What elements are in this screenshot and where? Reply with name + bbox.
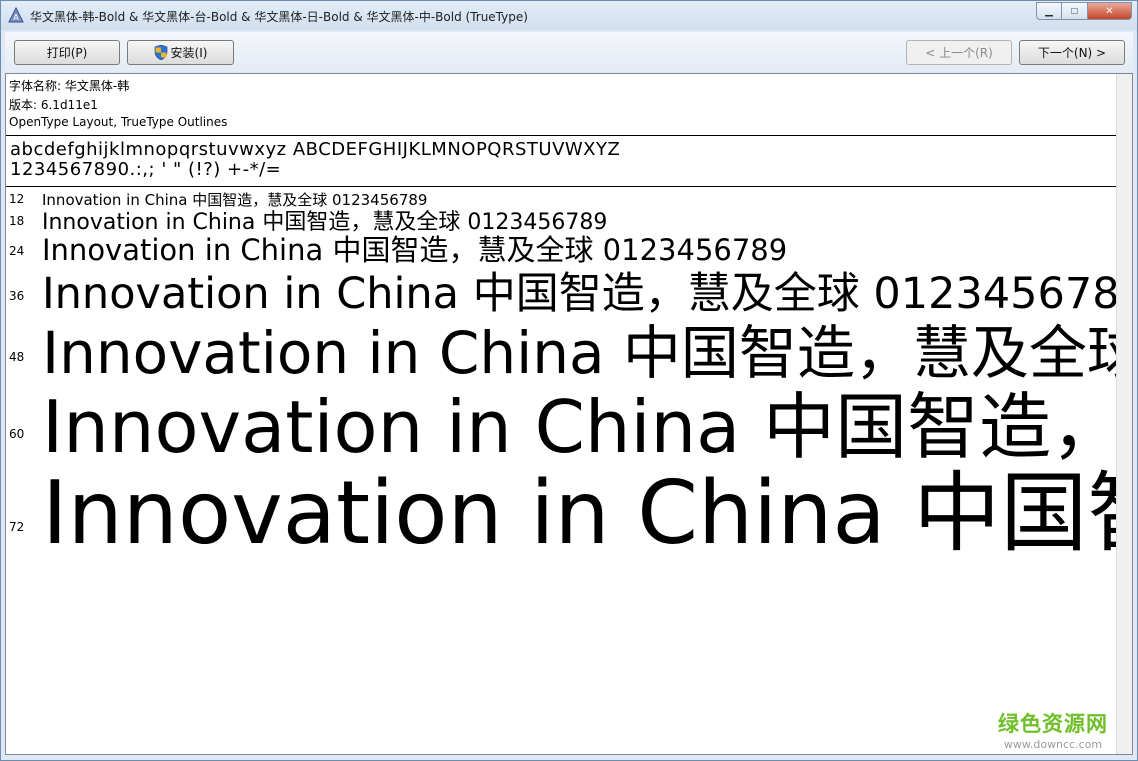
minimize-button[interactable]: ▁: [1036, 2, 1062, 20]
close-button[interactable]: ✕: [1088, 2, 1132, 20]
uac-shield-icon: [154, 45, 167, 60]
install-button[interactable]: 安装(I): [127, 40, 234, 65]
font-app-icon: A: [8, 7, 24, 23]
font-viewer-window: A 华文黑体-韩-Bold & 华文黑体-台-Bold & 华文黑体-日-Bol…: [0, 0, 1138, 761]
size-label: 36: [9, 289, 25, 303]
window-controls: ▁ □ ✕: [1036, 2, 1132, 20]
charset-digits: 1234567890.:,; ' " (!?) +-*/=: [10, 159, 282, 180]
font-version-line: 版本: 6.1d11e1: [9, 98, 98, 112]
size-label: 18: [9, 214, 25, 228]
vertical-scrollbar[interactable]: [1116, 74, 1132, 754]
next-button-label: 下一个(N) >: [1037, 46, 1107, 60]
previous-button-label: < 上一个(R): [925, 46, 993, 60]
charset-letters: abcdefghijklmnopqrstuvwxyz ABCDEFGHIJKLM…: [10, 139, 621, 160]
divider: [6, 186, 1116, 187]
next-button[interactable]: 下一个(N) >: [1019, 40, 1125, 65]
svg-text:A: A: [13, 13, 19, 22]
toolbar: 打印(P) 安装(I) < 上一个(R) 下一个(N) >: [5, 32, 1133, 72]
size-label: 48: [9, 350, 25, 364]
size-label: 72: [9, 520, 25, 534]
previous-button[interactable]: < 上一个(R): [906, 40, 1012, 65]
title-bar[interactable]: A 华文黑体-韩-Bold & 华文黑体-台-Bold & 华文黑体-日-Bol…: [1, 1, 1137, 30]
watermark-name: 绿色资源网: [998, 712, 1108, 736]
watermark-url: www.downcc.com: [1003, 738, 1103, 751]
sample-text: Innovation in China 中国智造，慧及全球 0123456789: [42, 462, 1132, 564]
size-label: 24: [9, 244, 25, 258]
window-title: 华文黑体-韩-Bold & 华文黑体-台-Bold & 华文黑体-日-Bold …: [30, 10, 528, 24]
divider: [6, 135, 1116, 136]
size-label: 12: [9, 192, 25, 206]
font-name-line: 字体名称: 华文黑体-韩: [9, 79, 130, 93]
window-bottom-edge: [1, 756, 1137, 760]
font-preview-pane[interactable]: 字体名称: 华文黑体-韩 版本: 6.1d11e1 OpenType Layou…: [5, 73, 1133, 755]
install-button-label: 安装(I): [170, 46, 208, 60]
print-button-label: 打印(P): [46, 46, 88, 60]
font-type-line: OpenType Layout, TrueType Outlines: [9, 115, 228, 129]
size-label: 60: [9, 427, 25, 441]
maximize-button[interactable]: □: [1062, 2, 1088, 20]
watermark: 绿色资源网 www.downcc.com: [998, 708, 1108, 751]
print-button[interactable]: 打印(P): [14, 40, 120, 65]
